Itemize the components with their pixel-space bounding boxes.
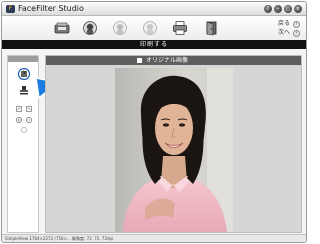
next-button[interactable]: 次へ › [278,29,300,37]
window-controls: ? – □ × [264,5,302,13]
app-logo-icon: F [6,5,15,13]
app-title: FaceFilter Studio [18,4,84,13]
back-arrow-icon: ‹ [293,20,300,28]
select-tool-icon[interactable] [18,68,30,80]
stamp-tool-icon[interactable] [19,85,29,95]
zoom-in-icon[interactable] [16,117,22,123]
back-label: 戻る [277,20,290,27]
next-label: 次へ [277,29,290,36]
step-strip: 印刷する [2,40,306,49]
status-bar: SimpleView 1764×2272 (756×... 解像度: 72, 7… [2,234,306,242]
panel-title: オリジナル画像 [146,57,189,64]
back-button[interactable]: 戻る ‹ [278,20,300,28]
title-bar: F FaceFilter Studio ? – □ × [2,2,306,16]
rotate-right-icon[interactable] [26,106,32,112]
panel-header: オリジナル画像 [46,56,301,65]
exit-door-icon[interactable] [204,20,220,36]
zoom-out-icon[interactable] [26,117,32,123]
rotate-left-icon[interactable] [16,106,22,112]
face-filter-icon[interactable] [82,20,98,36]
sidebar-header [8,56,38,62]
fit-icon[interactable] [21,127,27,133]
image-panel: オリジナル画像 [45,55,302,233]
status-text: SimpleView 1764×2272 (756×... 解像度: 72, 7… [5,236,114,241]
close-icon[interactable]: × [294,5,302,13]
scanner-icon[interactable] [54,20,70,36]
help-icon[interactable]: ? [264,5,272,13]
next-arrow-icon: › [293,29,300,37]
panel-header-square-icon [137,58,142,63]
face-icon[interactable] [142,20,158,36]
maximize-icon[interactable]: □ [284,5,292,13]
main-toolbar: 戻る ‹ 次へ › [2,16,306,40]
print-icon[interactable] [172,20,188,36]
face-effect-icon[interactable] [112,20,128,36]
original-photo[interactable] [115,68,233,232]
app-window: F FaceFilter Studio ? – □ × 戻る ‹ 次へ › 印刷… [1,1,307,243]
step-label: 印刷する [139,41,168,48]
minimize-icon[interactable]: – [274,5,282,13]
